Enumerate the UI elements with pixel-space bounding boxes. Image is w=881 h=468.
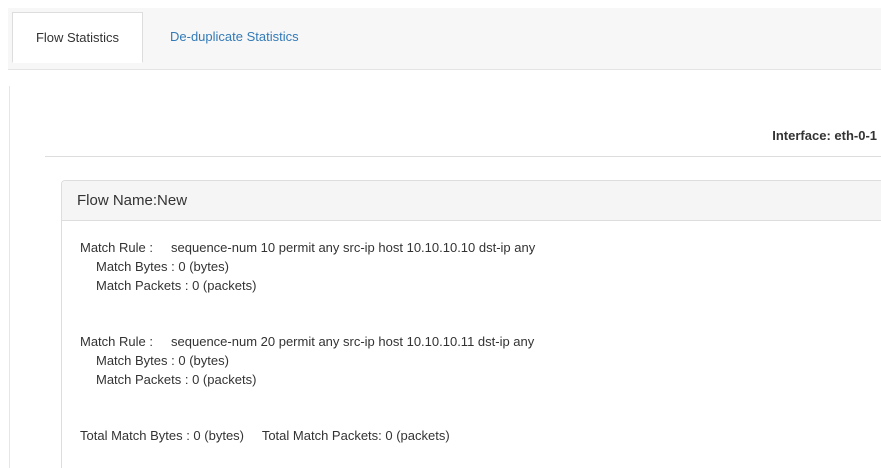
flow-name-heading: Flow Name:New <box>62 181 881 221</box>
tab-bar: Flow Statistics De-duplicate Statistics <box>8 8 881 70</box>
match-packets-line: Match Packets : 0 (packets) <box>96 372 257 387</box>
match-rule-line: Match Rule : sequence-num 20 permit any … <box>80 334 535 349</box>
tab-flow-statistics[interactable]: Flow Statistics <box>12 12 143 63</box>
flow-panel: Flow Name:New Match Rule : sequence-num … <box>61 180 881 468</box>
match-rule-line: Match Rule : sequence-num 10 permit any … <box>80 240 536 255</box>
content-left-border <box>9 86 10 468</box>
divider <box>45 156 881 157</box>
interface-label: Interface: eth-0-1 <box>772 128 877 143</box>
match-packets-line: Match Packets : 0 (packets) <box>96 278 257 293</box>
match-bytes-line: Match Bytes : 0 (bytes) <box>96 353 229 368</box>
match-bytes-line: Match Bytes : 0 (bytes) <box>96 259 229 274</box>
tab-de-duplicate-statistics[interactable]: De-duplicate Statistics <box>156 12 313 63</box>
totals-line: Total Match Bytes : 0 (bytes) Total Matc… <box>80 428 450 443</box>
